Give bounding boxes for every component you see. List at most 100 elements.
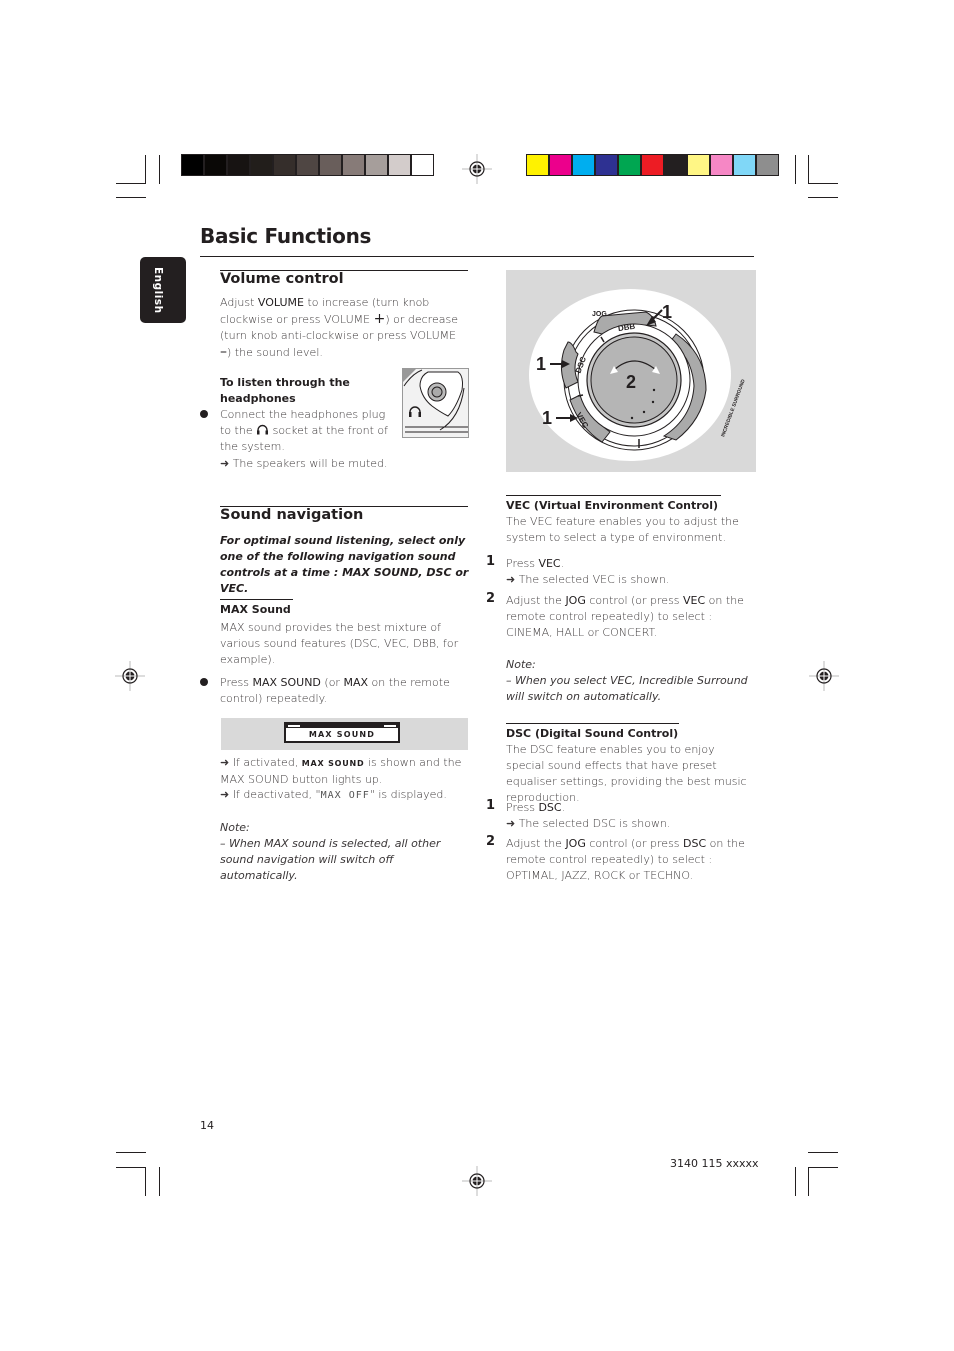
color-swatch	[734, 155, 755, 175]
callout-1-vec: 1	[542, 408, 552, 428]
vec-keyword: VEC	[683, 594, 706, 607]
color-swatch	[274, 155, 295, 175]
dsc-step-2: Adjust the JOG control (or press DSC on …	[506, 836, 756, 884]
sound-navigation-intro: For optimal sound listening, select only…	[220, 534, 469, 595]
max-sound-heading: MAX Sound	[220, 603, 291, 616]
headphones-heading: To listen through the headphones	[220, 376, 350, 405]
text: " is displayed.	[369, 788, 447, 801]
callout-2: 2	[626, 372, 636, 392]
dsc-keyword: DSC	[683, 837, 707, 850]
max-sound-keyword: MAX SOUND	[252, 676, 321, 689]
lcd-inline-text: MAX SOUND	[301, 759, 365, 768]
crop-mark	[145, 155, 146, 184]
color-swatch	[711, 155, 732, 175]
text: Adjust the	[506, 594, 566, 607]
crop-mark	[795, 1167, 796, 1196]
max-sound-result-activated: ➜ If activated, MAX SOUND is shown and t…	[220, 755, 470, 788]
color-swatch	[596, 155, 617, 175]
dsc-step-1-result: ➜ The selected DSC is shown.	[506, 817, 671, 830]
callout-1-dsc: 1	[536, 354, 546, 374]
dsc-keyword: DSC	[538, 801, 562, 814]
section-divider	[506, 495, 721, 496]
display-illustration: MAX SOUND	[221, 718, 468, 750]
document-code: 3140 115 xxxxx	[670, 1157, 759, 1170]
crop-mark	[159, 1167, 160, 1196]
vec-step-1: Press VEC. ➜ The selected VEC is shown.	[506, 556, 756, 588]
crop-mark	[116, 1152, 146, 1153]
color-swatch	[366, 155, 387, 175]
headphones-result: ➜ The speakers will be muted.	[220, 457, 388, 470]
text: Press	[506, 801, 539, 814]
crop-mark	[145, 1167, 146, 1196]
text: Press	[506, 557, 539, 570]
text: .	[560, 557, 565, 570]
crop-mark	[808, 183, 838, 184]
crop-mark	[808, 155, 809, 184]
grayscale-swatch-bar	[181, 154, 434, 176]
color-swatch	[619, 155, 640, 175]
title-divider	[200, 256, 754, 257]
color-swatch	[412, 155, 433, 175]
text: control (or press	[585, 594, 684, 607]
color-swatch	[757, 155, 778, 175]
dsc-heading: DSC (Digital Sound Control)	[506, 727, 679, 740]
jog-keyword: JOG	[565, 837, 586, 850]
lcd-inline-text: MAX OFF	[320, 790, 370, 801]
crop-mark	[116, 183, 146, 184]
max-sound-step: Press MAX SOUND (or MAX on the remote co…	[220, 675, 470, 707]
crop-mark	[808, 197, 838, 198]
registration-target-icon	[809, 661, 839, 691]
max-sound-description: MAX sound provides the best mixture of v…	[220, 621, 459, 666]
lcd-topbar	[286, 724, 398, 728]
lcd-text: MAX SOUND	[308, 730, 376, 739]
lcd-display: MAX SOUND	[284, 722, 400, 743]
registration-target-icon	[462, 154, 492, 184]
vec-description: The VEC feature enables you to adjust th…	[506, 515, 739, 544]
step-number: 1	[486, 798, 496, 813]
crop-mark	[808, 1167, 838, 1168]
color-swatch	[688, 155, 709, 175]
text: ) the sound level.	[227, 346, 323, 359]
text: ➜ If deactivated, "	[220, 788, 321, 801]
text: .	[561, 801, 566, 814]
crop-mark	[116, 197, 146, 198]
jog-label: JOG	[592, 311, 607, 318]
note-label: Note:	[220, 821, 250, 834]
crop-mark	[116, 1167, 146, 1168]
color-swatch	[343, 155, 364, 175]
plus-symbol: +	[373, 311, 386, 327]
registration-target-icon	[115, 661, 145, 691]
bullet-icon	[200, 410, 208, 418]
note-label: Note:	[506, 658, 536, 671]
step-number: 1	[486, 554, 496, 569]
volume-control-heading: Volume control	[220, 271, 344, 287]
vec-step-2: Adjust the JOG control (or press VEC on …	[506, 593, 756, 641]
note-text: – When MAX sound is selected, all other …	[220, 837, 441, 882]
dsc-description: The DSC feature enables you to enjoy spe…	[506, 743, 747, 804]
vec-step-1-result: ➜ The selected VEC is shown.	[506, 573, 670, 586]
crop-mark	[808, 1167, 809, 1196]
max-sound-result-deactivated: ➜ If deactivated, "MAX OFF" is displayed…	[220, 787, 470, 804]
text: Adjust	[220, 296, 258, 309]
text: (or	[320, 676, 344, 689]
minus-symbol: –	[220, 344, 227, 360]
subsection-divider	[220, 599, 293, 600]
jog-keyword: JOG	[565, 594, 586, 607]
color-swatch	[642, 155, 663, 175]
color-swatch	[665, 155, 686, 175]
color-swatch	[182, 155, 203, 175]
color-swatch	[389, 155, 410, 175]
color-swatch	[573, 155, 594, 175]
page-title: Basic Functions	[200, 224, 372, 248]
crop-mark	[808, 1152, 838, 1153]
volume-keyword: VOLUME	[257, 296, 304, 309]
max-keyword: MAX	[343, 676, 369, 689]
color-swatch-bar	[526, 154, 779, 176]
color-swatch	[297, 155, 318, 175]
vec-keyword: VEC	[538, 557, 561, 570]
text: control (or press	[585, 837, 684, 850]
page-number: 14	[200, 1119, 214, 1132]
language-tab-label: English	[152, 267, 164, 314]
registration-target-icon	[462, 1166, 492, 1196]
note-text: – When you select VEC, Incredible Surrou…	[506, 674, 748, 703]
